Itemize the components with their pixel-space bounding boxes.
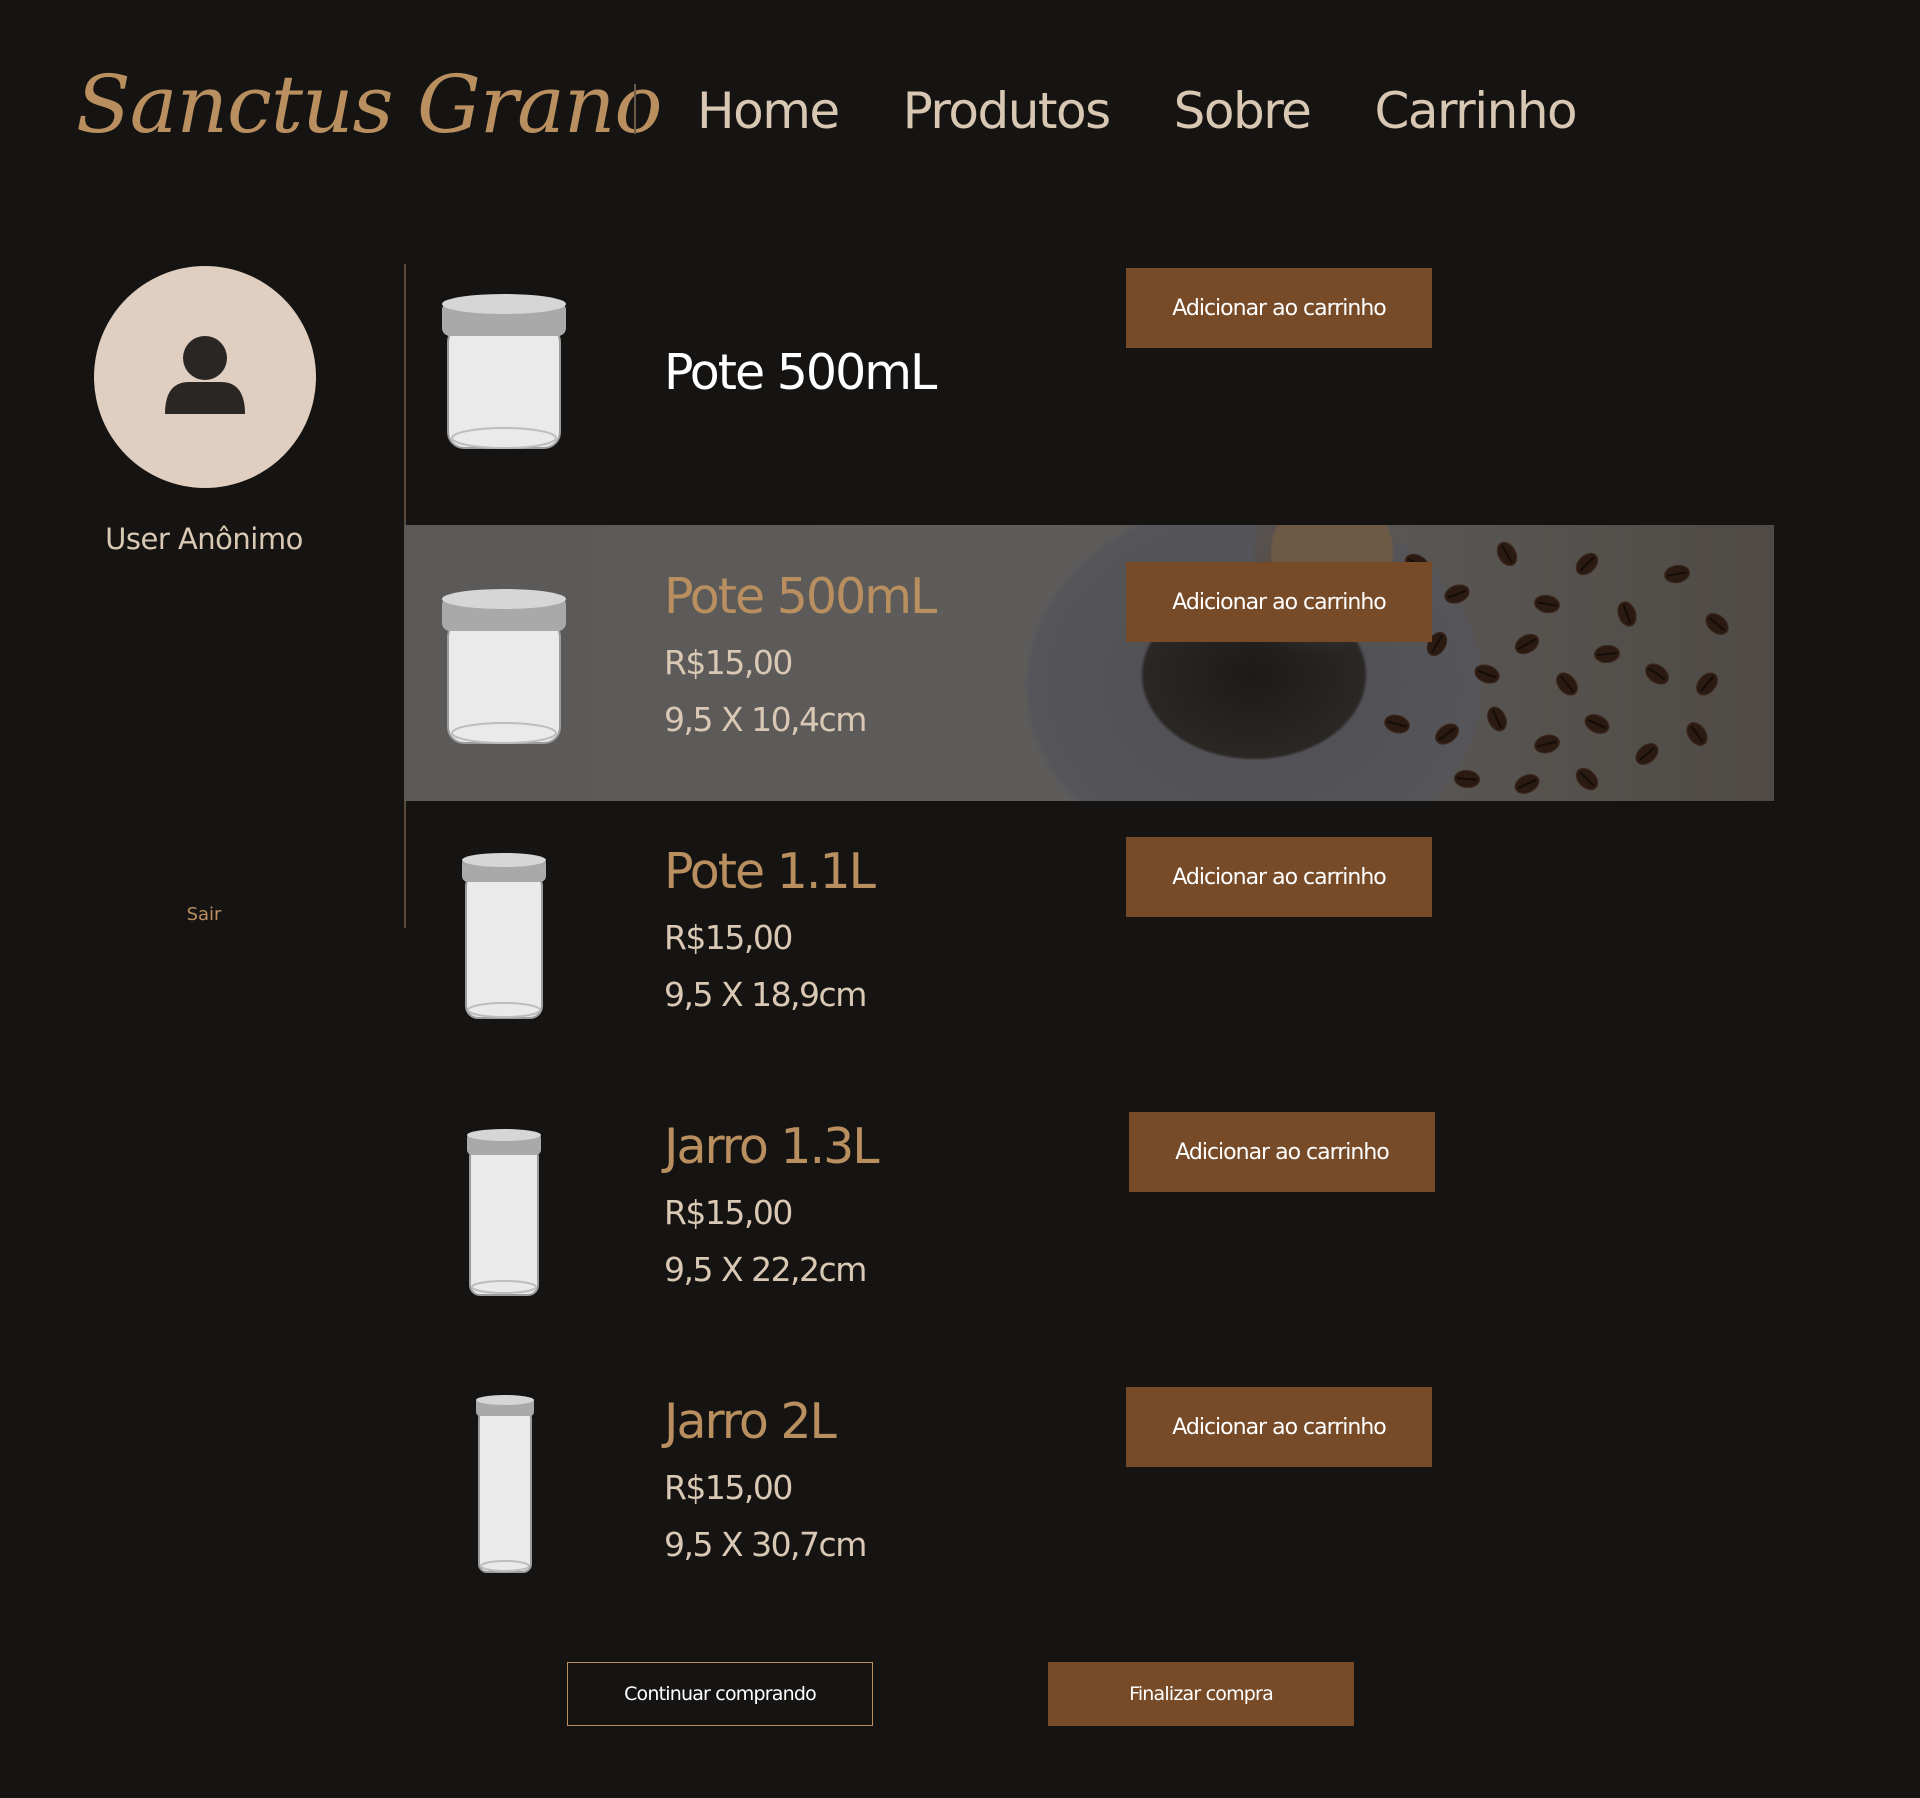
continue-shopping-button[interactable]: Continuar comprando: [567, 1662, 873, 1726]
coffee-bean: [1511, 629, 1543, 659]
user-sidebar: User Anônimo Sair: [0, 264, 406, 928]
nav-carrinho-link[interactable]: Carrinho: [1374, 82, 1577, 140]
coffee-bean: [1431, 719, 1463, 749]
coffee-bean: [1662, 562, 1692, 586]
jar-image: [442, 294, 566, 449]
coffee-bean: [1551, 668, 1583, 700]
product-price: R$15,00: [664, 1468, 793, 1507]
coffee-bean: [1593, 643, 1621, 665]
add-to-cart-button[interactable]: Adicionar ao carrinho: [1126, 268, 1432, 348]
coffee-bean: [1701, 608, 1733, 640]
nav-produtos-link[interactable]: Produtos: [903, 82, 1112, 140]
coffee-bean: [1511, 770, 1543, 798]
product-name: Pote 500mL: [664, 568, 937, 625]
product-name: Pote 500mL: [664, 344, 937, 401]
jar-image: [476, 1395, 534, 1573]
coffee-bean: [1641, 659, 1673, 689]
coffee-bean: [1483, 703, 1511, 735]
coffee-bean: [1581, 710, 1613, 738]
coffee-bean: [1631, 738, 1663, 770]
coffee-bean: [1532, 731, 1562, 757]
username: User Anônimo: [105, 522, 303, 556]
product-row: Pote 1.1L R$15,00 9,5 X 18,9cm Adicionar…: [404, 800, 1774, 1076]
product-dimensions: 9,5 X 22,2cm: [664, 1250, 867, 1289]
product-name: Pote 1.1L: [664, 843, 876, 900]
product-name: Jarro 1.3L: [664, 1118, 880, 1175]
nav-sobre-link[interactable]: Sobre: [1174, 82, 1312, 140]
product-price: R$15,00: [664, 643, 793, 682]
main-nav: Home Produtos Sobre Carrinho: [697, 82, 1640, 140]
add-to-cart-button[interactable]: Adicionar ao carrinho: [1126, 1387, 1432, 1467]
add-to-cart-button[interactable]: Adicionar ao carrinho: [1126, 837, 1432, 917]
coffee-bean: [1471, 661, 1503, 687]
coffee-bean: [1441, 581, 1473, 607]
avatar: [94, 266, 316, 488]
coffee-bean: [1691, 668, 1723, 700]
coffee-bean: [1382, 711, 1412, 737]
product-row: Jarro 1.3L R$15,00 9,5 X 22,2cm Adiciona…: [404, 1075, 1774, 1351]
product-row: Jarro 2L R$15,00 9,5 X 30,7cm Adicionar …: [404, 1350, 1774, 1626]
logout-link[interactable]: Sair: [0, 904, 408, 925]
coffee-bean: [1614, 598, 1640, 630]
coffee-bean: [1682, 718, 1712, 750]
coffee-bean: [1453, 768, 1481, 790]
product-dimensions: 9,5 X 10,4cm: [664, 700, 867, 739]
product-dimensions: 9,5 X 30,7cm: [664, 1525, 867, 1564]
header-divider: [634, 84, 636, 134]
jar-image: [462, 853, 546, 1019]
add-to-cart-button[interactable]: Adicionar ao carrinho: [1129, 1112, 1435, 1192]
coffee-bean: [1571, 763, 1603, 795]
jar-image: [467, 1129, 541, 1296]
nav-home-link[interactable]: Home: [697, 82, 840, 140]
product-price: R$15,00: [664, 918, 793, 957]
product-price: R$15,00: [664, 1193, 793, 1232]
user-icon: [165, 336, 245, 414]
jar-image: [442, 589, 566, 744]
checkout-button[interactable]: Finalizar compra: [1048, 1662, 1354, 1726]
header: Sanctus Grano Home Produtos Sobre Carrin…: [0, 0, 1920, 220]
coffee-bean: [1532, 592, 1562, 616]
product-dimensions: 9,5 X 18,9cm: [664, 975, 867, 1014]
coffee-bean: [1492, 538, 1522, 570]
brand-logo[interactable]: Sanctus Grano: [76, 58, 663, 151]
coffee-bean: [1571, 548, 1603, 580]
product-row-highlighted: Pote 500mL R$15,00 9,5 X 10,4cm Adiciona…: [404, 525, 1774, 801]
product-row: Pote 500mL Adicionar ao carrinho: [404, 264, 1774, 540]
product-name: Jarro 2L: [664, 1393, 837, 1450]
add-to-cart-button[interactable]: Adicionar ao carrinho: [1126, 562, 1432, 642]
